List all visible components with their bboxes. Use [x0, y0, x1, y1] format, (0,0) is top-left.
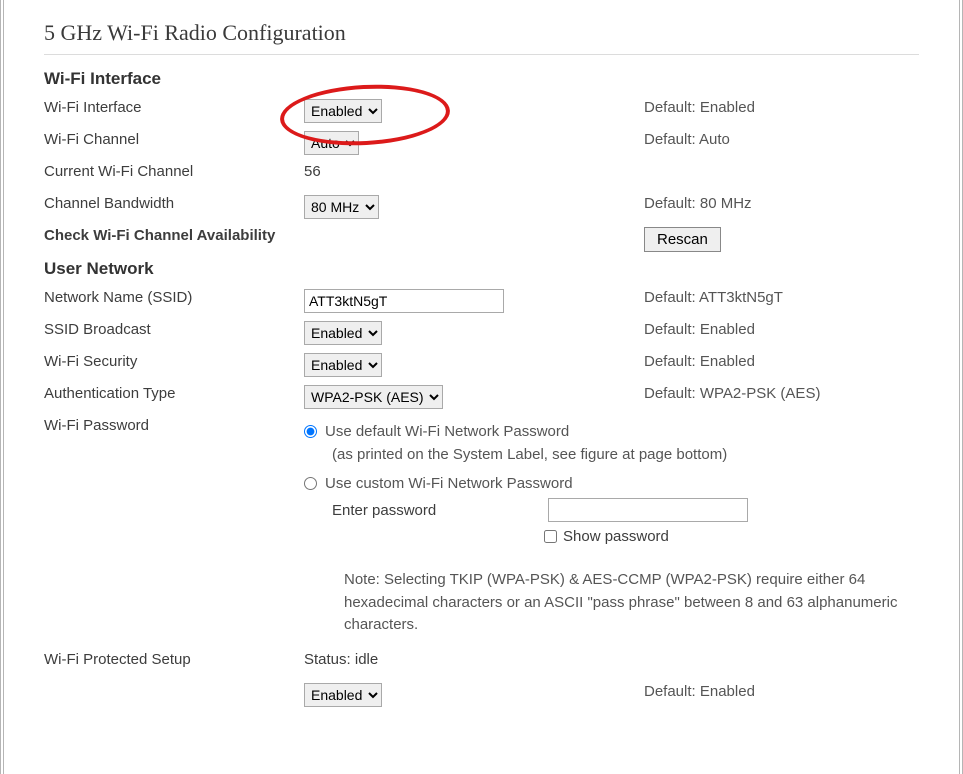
ssid-label: Network Name (SSID)	[44, 289, 304, 306]
wifi-password-label: Wi-Fi Password	[44, 417, 304, 434]
row-wifi-interface: Wi-Fi Interface Enabled Default: Enabled	[44, 99, 919, 125]
ssid-broadcast-select[interactable]: Enabled	[304, 321, 382, 345]
wifi-security-default: Default: Enabled	[644, 353, 919, 370]
pw-custom-option-label: Use custom Wi-Fi Network Password	[325, 475, 573, 492]
pw-input[interactable]	[548, 498, 748, 522]
row-current-channel: Current Wi-Fi Channel 56	[44, 163, 919, 189]
ssid-broadcast-label: SSID Broadcast	[44, 321, 304, 338]
wifi-security-label: Wi-Fi Security	[44, 353, 304, 370]
row-ssid-broadcast: SSID Broadcast Enabled Default: Enabled	[44, 321, 919, 347]
ssid-broadcast-default: Default: Enabled	[644, 321, 919, 338]
password-note: Note: Selecting TKIP (WPA-PSK) & AES-CCM…	[344, 569, 944, 637]
current-channel-label: Current Wi-Fi Channel	[44, 163, 304, 180]
check-availability-label: Check Wi-Fi Channel Availability	[44, 227, 644, 244]
show-password-checkbox[interactable]	[544, 530, 557, 543]
wifi-interface-select[interactable]: Enabled	[304, 99, 382, 123]
wifi-interface-label: Wi-Fi Interface	[44, 99, 304, 116]
row-wps: Wi-Fi Protected Setup Status: idle	[44, 651, 919, 677]
row-wifi-security: Wi-Fi Security Enabled Default: Enabled	[44, 353, 919, 379]
current-channel-value: 56	[304, 163, 321, 180]
pw-enter-label: Enter password	[332, 502, 436, 519]
channel-bw-select[interactable]: 80 MHz	[304, 195, 379, 219]
channel-bw-label: Channel Bandwidth	[44, 195, 304, 212]
section-title-user-network: User Network	[44, 259, 919, 279]
row-check-availability: Check Wi-Fi Channel Availability Rescan	[44, 227, 919, 253]
row-wifi-channel: Wi-Fi Channel Auto Default: Auto	[44, 131, 919, 157]
wps-label: Wi-Fi Protected Setup	[44, 651, 304, 668]
wps-status: Status: idle	[304, 651, 378, 668]
auth-type-select[interactable]: WPA2-PSK (AES)	[304, 385, 443, 409]
wifi-channel-default: Default: Auto	[644, 131, 919, 148]
ssid-default: Default: ATT3ktN5gT	[644, 289, 919, 306]
wifi-channel-select[interactable]: Auto	[304, 131, 359, 155]
auth-type-default: Default: WPA2-PSK (AES)	[644, 385, 919, 402]
page-title: 5 GHz Wi-Fi Radio Configuration	[44, 20, 919, 46]
section-title-interface: Wi-Fi Interface	[44, 69, 919, 89]
ssid-input[interactable]	[304, 289, 504, 313]
row-channel-bandwidth: Channel Bandwidth 80 MHz Default: 80 MHz	[44, 195, 919, 221]
divider	[44, 54, 919, 55]
pw-default-radio[interactable]	[304, 425, 317, 438]
row-wifi-password: Wi-Fi Password Use default Wi-Fi Network…	[44, 417, 919, 545]
channel-bw-default: Default: 80 MHz	[644, 195, 919, 212]
wps-select[interactable]: Enabled	[304, 683, 382, 707]
pw-custom-radio[interactable]	[304, 477, 317, 490]
row-wps-select: Enabled Default: Enabled	[44, 683, 919, 709]
pw-default-option-label: Use default Wi-Fi Network Password	[325, 423, 569, 440]
wps-default: Default: Enabled	[644, 683, 919, 700]
row-auth-type: Authentication Type WPA2-PSK (AES) Defau…	[44, 385, 919, 411]
auth-type-label: Authentication Type	[44, 385, 304, 402]
row-ssid: Network Name (SSID) Default: ATT3ktN5gT	[44, 289, 919, 315]
rescan-button[interactable]: Rescan	[644, 227, 721, 252]
wifi-security-select[interactable]: Enabled	[304, 353, 382, 377]
wifi-channel-label: Wi-Fi Channel	[44, 131, 304, 148]
config-panel: 5 GHz Wi-Fi Radio Configuration Wi-Fi In…	[0, 0, 963, 774]
pw-default-note: (as printed on the System Label, see fig…	[332, 446, 727, 463]
show-password-label: Show password	[563, 528, 669, 545]
wifi-interface-default: Default: Enabled	[644, 99, 919, 116]
